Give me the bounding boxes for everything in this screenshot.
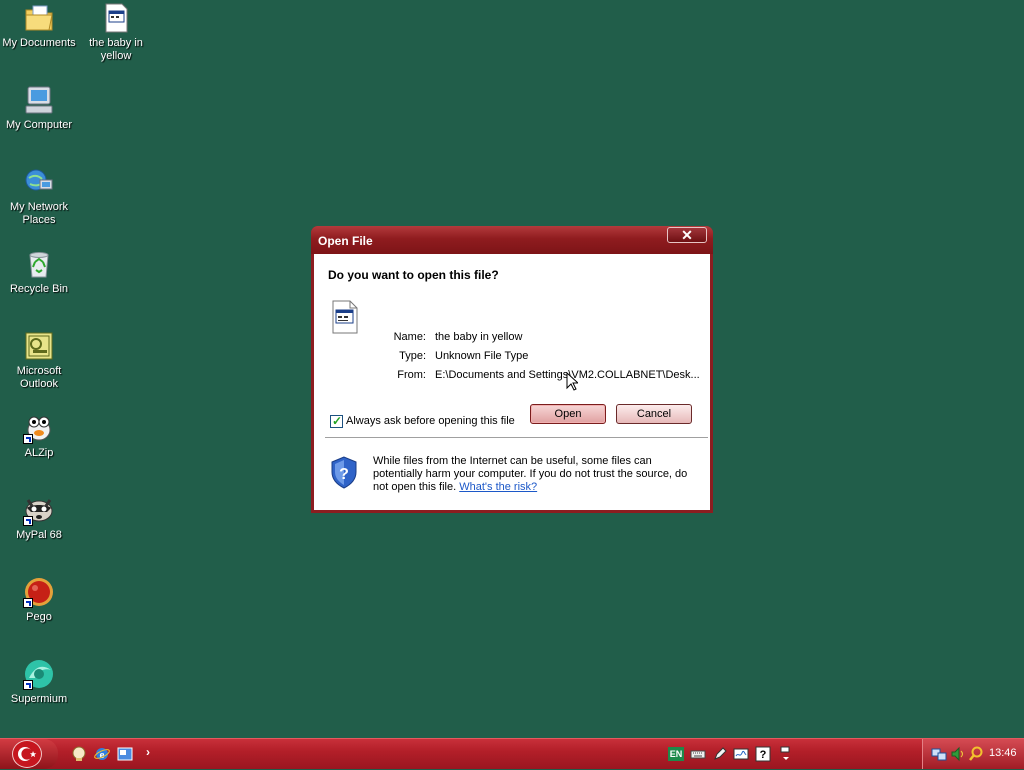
open-file-dialog: Open File ✕ Do you want to open this fil… bbox=[311, 226, 713, 513]
shortcut-arrow-icon bbox=[23, 516, 33, 526]
svg-text:?: ? bbox=[339, 466, 349, 483]
quick-launch-show-desktop[interactable] bbox=[117, 746, 133, 762]
system-tray: 13:46 bbox=[922, 739, 1024, 769]
desktop-icon-my-documents[interactable]: My Documents bbox=[0, 2, 78, 50]
dialog-titlebar[interactable]: Open File ✕ bbox=[311, 226, 713, 254]
desktop-icon-label: Microsoft Outlook bbox=[16, 365, 62, 390]
desktop-icon-alzip[interactable]: ALZip bbox=[0, 412, 78, 460]
dialog-body: Do you want to open this file? Name: the… bbox=[314, 254, 710, 510]
start-button[interactable] bbox=[0, 739, 58, 769]
clock[interactable]: 13:46 bbox=[989, 747, 1017, 759]
desktop-icon-label: My Network Places bbox=[9, 201, 69, 226]
start-logo-icon bbox=[12, 740, 42, 768]
internet-explorer-icon: e bbox=[94, 748, 110, 761]
supermium-icon bbox=[23, 658, 55, 690]
file-name-label: Name: bbox=[393, 331, 426, 343]
handwriting-icon[interactable] bbox=[733, 746, 749, 762]
recycle-bin-icon bbox=[23, 248, 55, 280]
network-icon bbox=[23, 166, 55, 198]
desktop-icon-label: Pego bbox=[26, 611, 52, 623]
close-button[interactable]: ✕ bbox=[667, 227, 707, 243]
desktop-icon-microsoft-outlook[interactable]: Microsoft Outlook bbox=[0, 330, 78, 391]
desktop-icon-label: ALZip bbox=[24, 447, 54, 459]
taskbar: e › EN ? 13:46 bbox=[0, 738, 1024, 769]
desktop-icon-the-baby-in-yellow[interactable]: the baby in yellow bbox=[77, 2, 155, 63]
desktop-icon-label: My Documents bbox=[2, 37, 76, 49]
desktop-icon-my-computer[interactable]: My Computer bbox=[0, 84, 78, 132]
always-ask-checkbox[interactable]: ✓ bbox=[330, 414, 343, 428]
desktop-icon-mypal-68[interactable]: MyPal 68 bbox=[0, 494, 78, 542]
dialog-divider bbox=[325, 437, 708, 438]
pego-icon bbox=[23, 576, 55, 608]
shortcut-arrow-icon bbox=[23, 598, 33, 608]
desktop-icon-label: My Computer bbox=[5, 119, 73, 131]
desktop-icon-label: the baby in yellow bbox=[89, 37, 143, 62]
dialog-question: Do you want to open this file? bbox=[328, 268, 499, 282]
desktop-icon-pego[interactable]: Pego bbox=[0, 576, 78, 624]
computer-icon bbox=[23, 84, 55, 116]
quick-launch-chat[interactable] bbox=[71, 746, 87, 762]
file-type-icon bbox=[330, 300, 360, 334]
security-warning: While files from the Internet can be use… bbox=[373, 455, 699, 494]
help-icon[interactable]: ? bbox=[755, 746, 771, 762]
network-status-icon[interactable] bbox=[931, 746, 947, 762]
desktop-icon-my-network-places[interactable]: My Network Places bbox=[0, 166, 78, 227]
security-shield-icon: ? bbox=[330, 456, 358, 489]
checkmark-icon: ✓ bbox=[332, 414, 343, 428]
shortcut-arrow-icon bbox=[23, 680, 33, 690]
svg-text:?: ? bbox=[760, 749, 767, 761]
language-indicator[interactable]: EN bbox=[668, 747, 684, 761]
file-icon bbox=[100, 2, 132, 34]
desktop-icon-recycle-bin[interactable]: Recycle Bin bbox=[0, 248, 78, 296]
volume-icon[interactable] bbox=[950, 746, 966, 762]
desktop-icon-label: Supermium bbox=[10, 693, 68, 705]
desktop-icon-supermium[interactable]: Supermium bbox=[0, 658, 78, 706]
search-icon[interactable] bbox=[968, 746, 984, 762]
desktop-icon-label: MyPal 68 bbox=[16, 529, 62, 541]
keyboard-icon[interactable] bbox=[690, 746, 706, 762]
whats-the-risk-link[interactable]: What's the risk? bbox=[459, 481, 537, 493]
file-type-label: Type: bbox=[399, 350, 426, 362]
show-desktop-icon bbox=[117, 747, 133, 761]
language-bar-options-icon[interactable] bbox=[778, 746, 794, 762]
dialog-title: Open File bbox=[318, 234, 373, 248]
quick-launch-expand[interactable]: › bbox=[146, 745, 150, 759]
quick-launch-internet-explorer[interactable]: e bbox=[94, 746, 110, 762]
outlook-icon bbox=[23, 330, 55, 362]
mypal-icon bbox=[23, 494, 55, 526]
folder-documents-icon bbox=[23, 2, 55, 34]
chat-icon bbox=[72, 746, 86, 761]
alzip-icon bbox=[23, 412, 55, 444]
desktop-icon-label: Recycle Bin bbox=[9, 283, 69, 295]
always-ask-label[interactable]: Always ask before opening this file bbox=[346, 415, 515, 427]
file-type-value: Unknown File Type bbox=[435, 350, 529, 362]
close-icon: ✕ bbox=[681, 227, 693, 243]
shortcut-arrow-icon bbox=[23, 434, 33, 444]
cancel-button[interactable]: Cancel bbox=[616, 404, 692, 424]
open-button[interactable]: Open bbox=[530, 404, 606, 424]
pen-icon[interactable] bbox=[712, 746, 728, 762]
file-name-value: the baby in yellow bbox=[435, 331, 523, 343]
mouse-cursor-icon bbox=[566, 371, 580, 391]
file-from-label: From: bbox=[397, 369, 426, 381]
